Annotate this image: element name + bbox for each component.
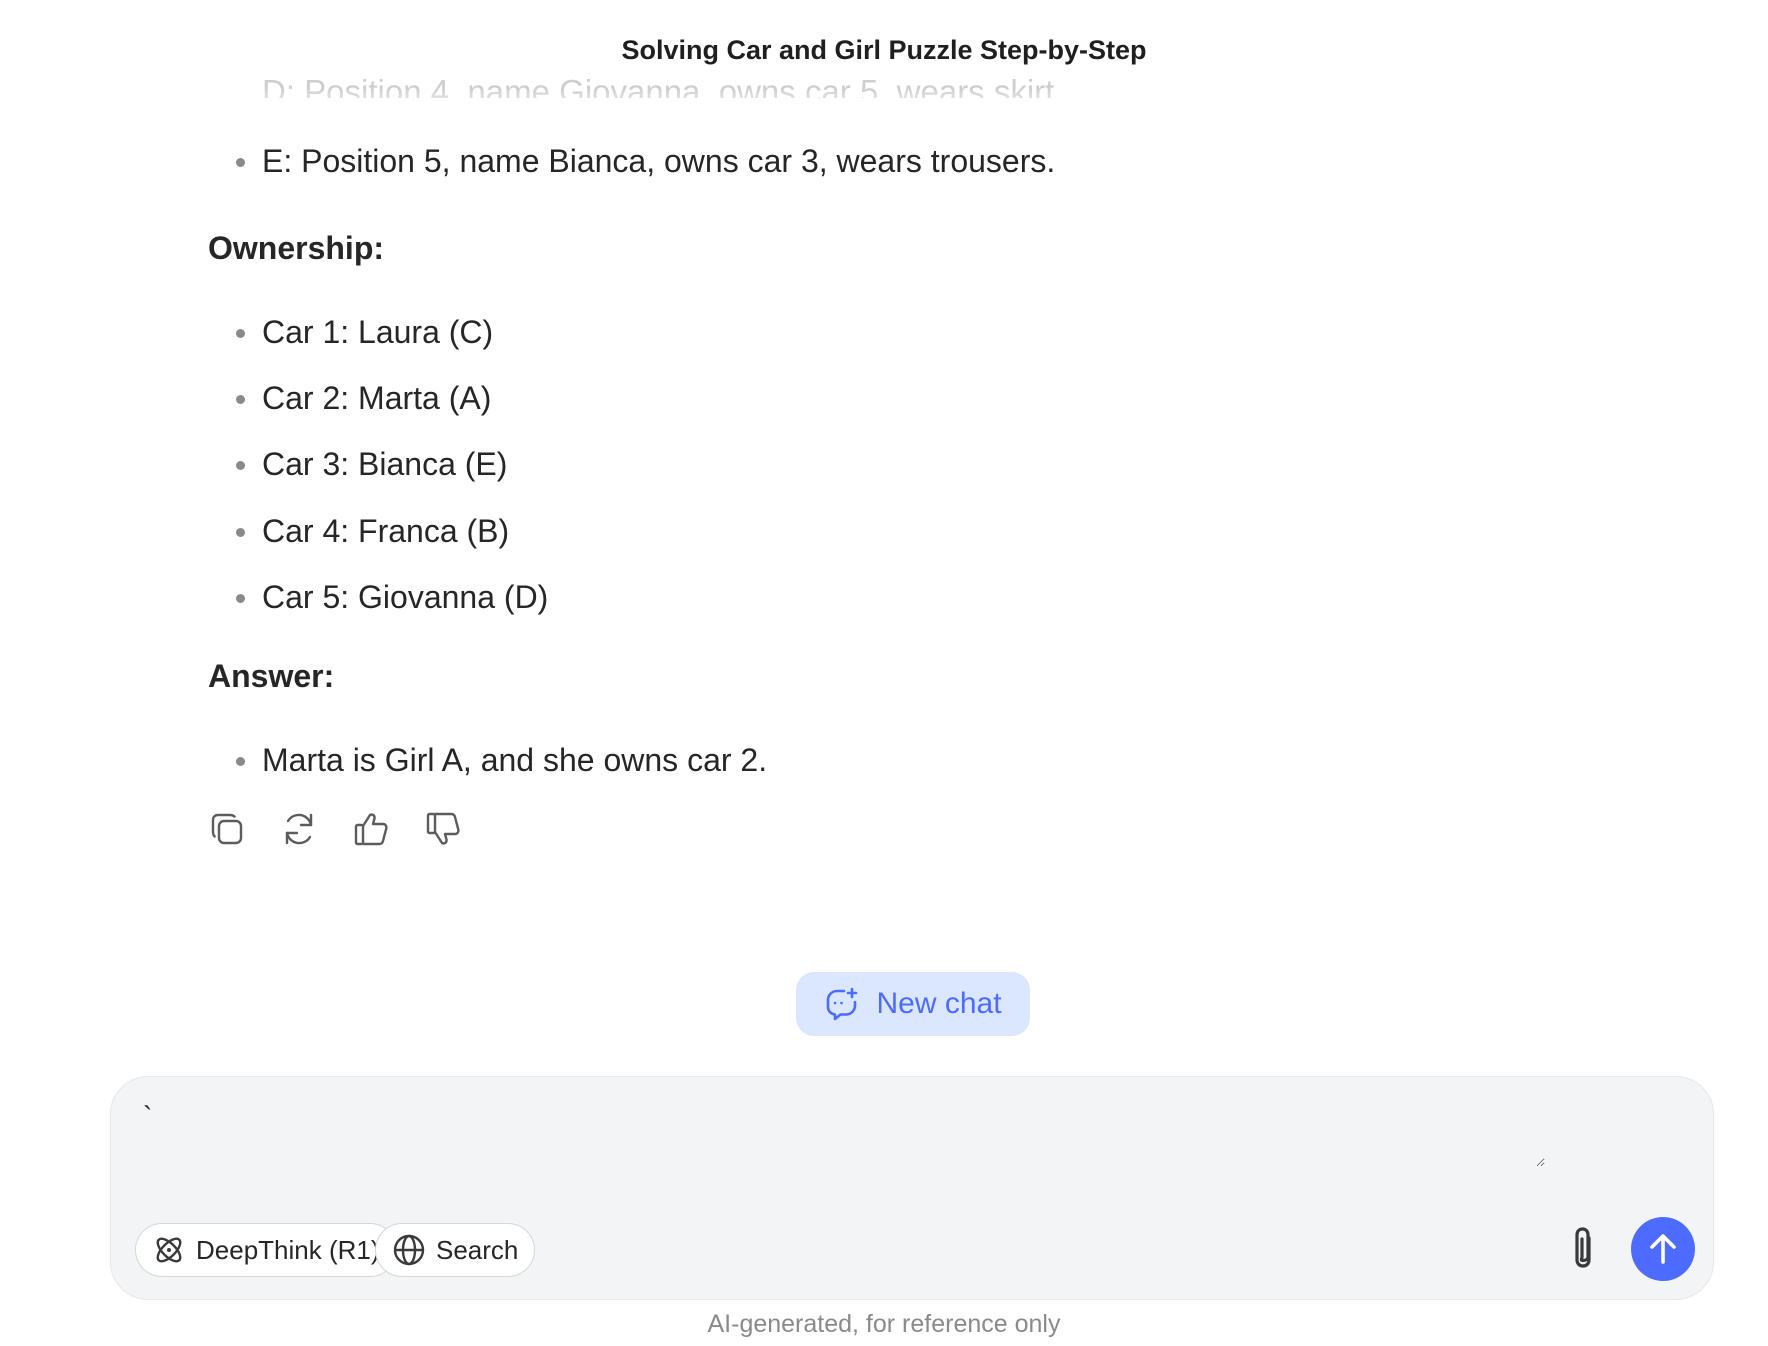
answer-section: Marta is Girl A, and she owns car 2. <box>208 740 1568 780</box>
list-item: Car 2: Marta (A) <box>208 378 1568 418</box>
copy-icon <box>211 813 243 845</box>
message-body: E: Position 5, name Bianca, owns car 3, … <box>208 141 1568 181</box>
ownership-list: Car 1: Laura (C) Car 2: Marta (A) Car 3:… <box>208 312 1568 617</box>
ownership-heading: Ownership: <box>208 228 1568 268</box>
section-heading: Ownership: <box>208 230 385 266</box>
globe-icon <box>393 1234 425 1266</box>
like-button[interactable] <box>352 810 390 848</box>
list-item: Car 1: Laura (C) <box>208 312 1568 352</box>
attach-button[interactable] <box>1553 1219 1613 1279</box>
intro-list: E: Position 5, name Bianca, owns car 3, … <box>208 141 1568 181</box>
new-chat-label: New chat <box>876 987 1002 1020</box>
thumbs-up-icon <box>354 813 388 846</box>
arrow-up-icon <box>1650 1234 1676 1264</box>
message-composer: ` DeepThink (R1) Search <box>110 1076 1714 1300</box>
answer-list: Marta is Girl A, and she owns car 2. <box>208 740 1568 780</box>
list-item: Marta is Girl A, and she owns car 2. <box>208 740 1568 780</box>
new-chat-icon <box>827 987 858 1021</box>
list-item: E: Position 5, name Bianca, owns car 3, … <box>208 141 1568 181</box>
deepthink-toggle[interactable]: DeepThink (R1) <box>135 1223 397 1277</box>
regenerate-icon <box>285 813 313 845</box>
disclaimer: AI-generated, for reference only <box>707 1310 1061 1338</box>
send-button[interactable] <box>1631 1217 1695 1281</box>
chat-title: Solving Car and Girl Puzzle Step-by-Step <box>621 35 1147 65</box>
thumbs-down-icon <box>426 812 460 845</box>
paperclip-icon <box>1575 1227 1591 1268</box>
ownership-section: Car 1: Laura (C) Car 2: Marta (A) Car 3:… <box>208 312 1568 617</box>
dislike-button[interactable] <box>424 810 462 848</box>
list-item: Car 5: Giovanna (D) <box>208 577 1568 617</box>
message-input[interactable]: ` <box>141 1099 1545 1167</box>
regenerate-button[interactable] <box>280 810 318 848</box>
new-chat-button[interactable]: New chat <box>796 972 1030 1036</box>
search-label: Search <box>436 1234 519 1265</box>
list-item: Car 4: Franca (B) <box>208 511 1568 551</box>
section-heading: Answer: <box>208 658 335 694</box>
answer-heading: Answer: <box>208 656 1568 696</box>
scroll-fade <box>0 88 1768 116</box>
message-actions <box>208 810 462 848</box>
copy-button[interactable] <box>208 810 246 848</box>
deepthink-label: DeepThink (R1) <box>196 1234 380 1265</box>
deepthink-icon <box>156 1237 182 1263</box>
search-toggle[interactable]: Search <box>375 1223 536 1277</box>
list-item: Car 3: Bianca (E) <box>208 444 1568 484</box>
